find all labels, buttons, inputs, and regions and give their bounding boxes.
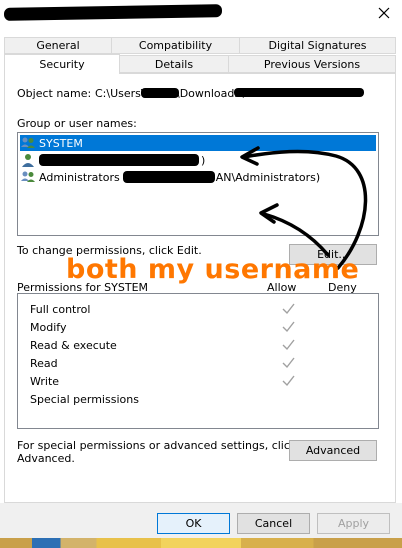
user-icon — [22, 154, 34, 167]
tab-compatibility[interactable]: Compatibility — [111, 37, 240, 54]
security-panel: Object name: C:\Users\ \Downloads\ Group… — [4, 73, 396, 503]
tab-security-label: Security — [39, 58, 85, 71]
permission-row-read-execute: Read & execute — [30, 336, 370, 354]
advanced-text-line2: Advanced. — [17, 452, 75, 465]
permissions-list[interactable]: Full control Modify Read & execute Read … — [17, 293, 379, 429]
close-button[interactable] — [366, 0, 402, 26]
tab-digital-signatures-label: Digital Signatures — [268, 39, 367, 52]
tab-security[interactable]: Security — [4, 54, 120, 74]
tab-previous-versions-label: Previous Versions — [263, 57, 361, 71]
group-user-listbox[interactable]: SYSTEM ) Administrators AN\Administrator… — [17, 132, 379, 236]
permission-row-modify: Modify — [30, 318, 370, 336]
permission-row-special: Special permissions — [30, 390, 370, 408]
permission-row-read: Read — [30, 354, 370, 372]
permission-name: Write — [30, 374, 60, 388]
allow-check-icon — [282, 339, 295, 351]
redacted-machine-name — [122, 171, 215, 183]
cancel-button[interactable]: Cancel — [237, 513, 310, 534]
list-item-suffix: ) — [201, 153, 206, 167]
tab-details[interactable]: Details — [119, 55, 229, 73]
apply-button[interactable]: Apply — [317, 513, 390, 534]
group-names-label: Group or user names: — [17, 117, 137, 130]
advanced-text-line1: For special permissions or advanced sett… — [17, 439, 297, 452]
permission-name: Read & execute — [30, 338, 117, 352]
permission-name: Modify — [30, 320, 67, 334]
redacted-user-name — [39, 154, 199, 166]
tab-general-label: General — [36, 39, 80, 52]
permission-name: Full control — [30, 302, 91, 316]
list-item-system[interactable]: SYSTEM — [20, 135, 376, 151]
advanced-button-label: Advanced — [305, 444, 361, 457]
allow-check-icon — [282, 357, 295, 369]
annotation-text: both my username — [66, 254, 360, 285]
list-item-label: Administrators — [39, 170, 120, 184]
tab-details-label: Details — [154, 57, 194, 71]
object-name-label: Object name: — [17, 87, 92, 100]
tab-compatibility-label: Compatibility — [138, 39, 213, 52]
redacted-filename — [234, 88, 364, 97]
tab-previous-versions[interactable]: Previous Versions — [228, 55, 396, 73]
object-path-start: C:\Users\ — [95, 87, 145, 100]
list-item-suffix: AN\Administrators) — [215, 170, 321, 184]
close-icon — [378, 7, 390, 19]
advanced-button[interactable]: Advanced — [289, 440, 377, 461]
group-users-icon — [21, 137, 35, 148]
tab-digital-signatures[interactable]: Digital Signatures — [239, 37, 396, 54]
desktop-background-strip — [0, 538, 402, 548]
ok-button-label: OK — [185, 517, 202, 530]
list-item-label: SYSTEM — [39, 136, 83, 150]
group-users-icon — [21, 171, 35, 182]
apply-button-label: Apply — [337, 517, 370, 530]
allow-check-icon — [282, 375, 295, 387]
permission-name: Special permissions — [30, 392, 139, 406]
allow-check-icon — [282, 321, 295, 333]
permission-row-write: Write — [30, 372, 370, 390]
redacted-username — [141, 88, 179, 98]
permission-row-full-control: Full control — [30, 300, 370, 318]
title-bar — [0, 0, 402, 28]
permission-name: Read — [30, 356, 58, 370]
cancel-button-label: Cancel — [254, 517, 293, 530]
ok-button[interactable]: OK — [157, 513, 230, 534]
list-item-user[interactable]: ) — [20, 152, 376, 168]
redacted-title — [3, 4, 223, 21]
list-item-administrators[interactable]: Administrators AN\Administrators) — [20, 169, 376, 185]
allow-check-icon — [282, 303, 295, 315]
tab-general[interactable]: General — [4, 37, 112, 54]
